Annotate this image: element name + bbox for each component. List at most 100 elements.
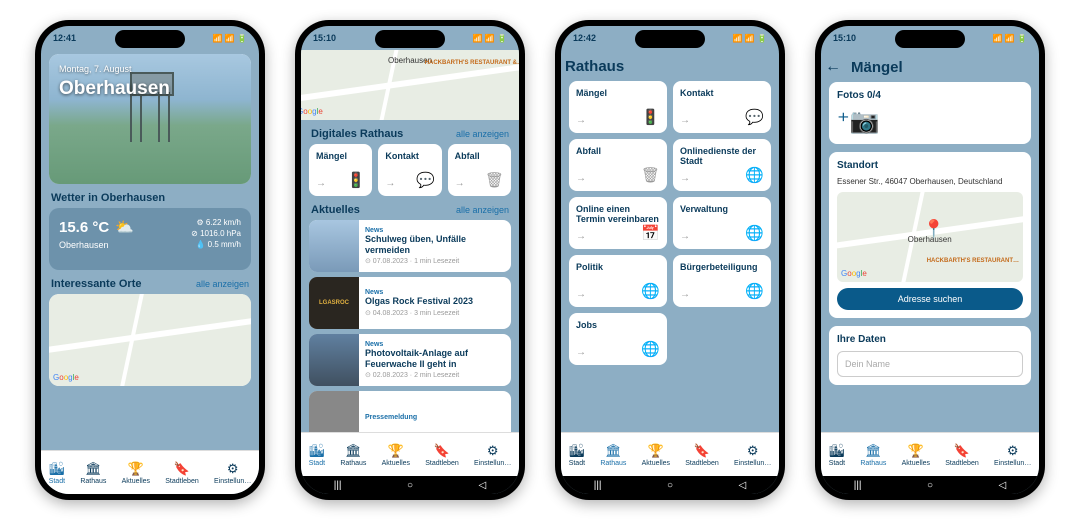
tile-icon: 🌐 xyxy=(745,282,764,300)
places-header: Interessante Orte xyxy=(51,278,141,290)
trophy-icon: 🏆 xyxy=(908,443,924,459)
status-icons: 📶 📶 🔋 xyxy=(473,34,507,43)
nav-rathaus[interactable]: 🏛Rathaus xyxy=(860,443,886,467)
nav-einstellungen[interactable]: ⚙Einstellun… xyxy=(474,443,511,467)
pressure: ⊘ 1016.0 hPa xyxy=(191,229,241,238)
nav-aktuelles[interactable]: 🏆Aktuelles xyxy=(122,461,150,485)
nav-stadtleben[interactable]: 🔖Stadtleben xyxy=(945,443,978,467)
google-logo: Google xyxy=(841,269,867,278)
location-map[interactable]: 📍 Oberhausen HACKBARTH'S RESTAURANT… Goo… xyxy=(837,192,1023,282)
nav-rathaus[interactable]: 🏛Rathaus xyxy=(600,443,626,467)
tile[interactable]: Kontakt→💬 xyxy=(673,81,771,133)
photos-card: Fotos 0/4 ⁺📷 xyxy=(829,82,1031,144)
recent-icon[interactable]: ||| xyxy=(594,480,602,491)
tile-title: Abfall xyxy=(576,146,660,156)
tile[interactable]: Onlinedienste der Stadt→🌐 xyxy=(673,139,771,191)
map-card[interactable]: Google xyxy=(49,294,251,386)
building-icon: 🏛 xyxy=(605,443,622,459)
tile-maengel[interactable]: Mängel→🚦 xyxy=(309,144,372,196)
tile-title: Onlinedienste der Stadt xyxy=(680,146,764,166)
back-icon[interactable]: ◁ xyxy=(739,480,747,491)
weather-card[interactable]: 15.6 °C⛅ Oberhausen ⚙ 6.22 km/h ⊘ 1016.0… xyxy=(49,208,251,270)
tile[interactable]: Politik→🌐 xyxy=(569,255,667,307)
nav-stadtleben[interactable]: 🔖Stadtleben xyxy=(685,443,718,467)
notch xyxy=(635,30,705,48)
nav-einstellungen[interactable]: ⚙Einstellun… xyxy=(734,443,771,467)
tile-icon: 🌐 xyxy=(745,224,764,242)
tile-icon: 💬 xyxy=(745,108,764,126)
tile-kontakt[interactable]: Kontakt→💬 xyxy=(378,144,441,196)
clock: 12:42 xyxy=(573,33,596,43)
tile[interactable]: Abfall→🗑 xyxy=(569,139,667,191)
city-icon: 🏙 xyxy=(309,443,326,459)
news-thumbnail: LGASROC xyxy=(309,277,359,329)
nav-stadt[interactable]: 🏙Stadt xyxy=(49,461,66,485)
home-icon[interactable]: ○ xyxy=(927,480,933,491)
arrow-icon: → xyxy=(576,231,586,242)
arrow-icon: → xyxy=(455,178,465,189)
nav-rathaus[interactable]: 🏛Rathaus xyxy=(80,461,106,485)
hero-city: Oberhausen xyxy=(59,78,170,100)
news-thumbnail xyxy=(309,334,359,386)
news-item[interactable]: LGASROCNewsOlgas Rock Festival 2023⊙ 04.… xyxy=(309,277,511,329)
show-all-link[interactable]: alle anzeigen xyxy=(196,279,249,289)
google-logo: Google xyxy=(301,107,323,116)
tile[interactable]: Jobs→🌐 xyxy=(569,313,667,365)
android-nav: ||| ○ ◁ xyxy=(301,476,519,494)
mini-map[interactable]: Oberhausen HACKBARTH'S RESTAURANT &… Goo… xyxy=(301,50,519,120)
location-label: Standort xyxy=(837,160,1023,171)
news-item[interactable]: Pressemeldung xyxy=(309,391,511,432)
tile-icon: 🌐 xyxy=(641,340,660,358)
phone-3: 12:42 📶 📶 🔋 Rathaus Mängel→🚦Kontakt→💬Abf… xyxy=(555,20,785,500)
arrow-icon: → xyxy=(576,347,586,358)
nav-aktuelles[interactable]: 🏆Aktuelles xyxy=(382,443,410,467)
nav-aktuelles[interactable]: 🏆Aktuelles xyxy=(642,443,670,467)
recent-icon[interactable]: ||| xyxy=(854,480,862,491)
news-item[interactable]: NewsPhotovoltaik-Anlage auf Feuerwache I… xyxy=(309,334,511,386)
phone-4: 15:10 📶 📶 🔋 ← Mängel Fotos 0/4 ⁺📷 Stando… xyxy=(815,20,1045,500)
add-photo-button[interactable]: ⁺📷 xyxy=(837,107,1023,136)
arrow-icon: → xyxy=(576,115,586,126)
home-icon[interactable]: ○ xyxy=(667,480,673,491)
tile-title: Bürgerbeteiligung xyxy=(680,262,764,272)
recent-icon[interactable]: ||| xyxy=(334,480,342,491)
nav-stadt[interactable]: 🏙Stadt xyxy=(309,443,326,467)
show-all-link[interactable]: alle anzeigen xyxy=(456,205,509,215)
android-nav: ||| ○ ◁ xyxy=(821,476,1039,494)
nav-einstellungen[interactable]: ⚙Einstellun… xyxy=(994,443,1031,467)
name-input[interactable]: Dein Name xyxy=(837,351,1023,377)
bookmark-icon: 🔖 xyxy=(954,443,970,459)
news-item[interactable]: NewsSchulweg üben, Unfälle vermeiden⊙ 07… xyxy=(309,220,511,272)
hero-card[interactable]: Montag, 7. August Oberhausen xyxy=(49,54,251,184)
arrow-icon: → xyxy=(385,178,395,189)
back-icon[interactable]: ◁ xyxy=(479,480,487,491)
back-icon[interactable]: ◁ xyxy=(999,480,1007,491)
traffic-icon: 🚦 xyxy=(347,171,366,189)
nav-stadtleben[interactable]: 🔖Stadtleben xyxy=(165,461,198,485)
temperature: 15.6 °C xyxy=(59,219,109,236)
nav-aktuelles[interactable]: 🏆Aktuelles xyxy=(902,443,930,467)
chat-icon: 💬 xyxy=(416,171,435,189)
tile-icon: 🗑 xyxy=(641,166,660,184)
tile[interactable]: Mängel→🚦 xyxy=(569,81,667,133)
gear-icon: ⚙ xyxy=(1007,443,1019,459)
nav-stadt[interactable]: 🏙Stadt xyxy=(829,443,846,467)
tile[interactable]: Online einen Termin vereinbaren→📅 xyxy=(569,197,667,249)
tile-title: Mängel xyxy=(576,88,660,98)
news-thumbnail xyxy=(309,391,359,432)
nav-rathaus[interactable]: 🏛Rathaus xyxy=(340,443,366,467)
home-icon[interactable]: ○ xyxy=(407,480,413,491)
search-address-button[interactable]: Adresse suchen xyxy=(837,288,1023,310)
nav-stadtleben[interactable]: 🔖Stadtleben xyxy=(425,443,458,467)
nav-einstellungen[interactable]: ⚙Einstellun… xyxy=(214,461,251,485)
building-icon: 🏛 xyxy=(345,443,362,459)
back-button[interactable]: ← xyxy=(825,58,841,76)
tile[interactable]: Bürgerbeteiligung→🌐 xyxy=(673,255,771,307)
show-all-link[interactable]: alle anzeigen xyxy=(456,129,509,139)
arrow-icon: → xyxy=(680,173,690,184)
tile[interactable]: Verwaltung→🌐 xyxy=(673,197,771,249)
wind: ⚙ 6.22 km/h xyxy=(196,218,241,227)
nav-stadt[interactable]: 🏙Stadt xyxy=(569,443,586,467)
news-thumbnail xyxy=(309,220,359,272)
tile-abfall[interactable]: Abfall→🗑 xyxy=(448,144,511,196)
